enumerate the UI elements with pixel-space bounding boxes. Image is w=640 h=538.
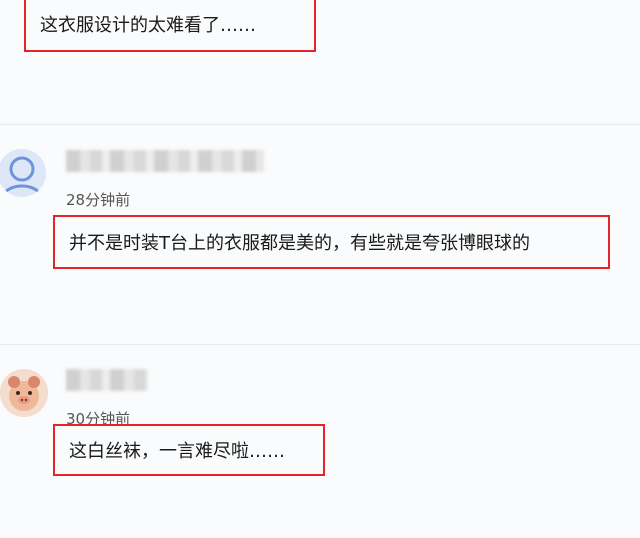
username-blurred[interactable] (66, 369, 148, 391)
comment-text: 这白丝袜，一言难尽啦…… (53, 424, 325, 476)
default-user-avatar-icon (0, 149, 46, 197)
username-blurred[interactable] (66, 150, 264, 172)
cartoon-pig-avatar-icon (0, 369, 48, 417)
comment-time: 28分钟前 (66, 191, 131, 209)
comment-item: 30分钟前 这白丝袜，一言难尽啦…… (0, 344, 640, 538)
comment-text: 这衣服设计的太难看了…… (24, 0, 316, 52)
comment-text: 并不是时装T台上的衣服都是美的，有些就是夸张博眼球的 (53, 215, 610, 269)
avatar[interactable] (0, 149, 46, 197)
comment-item: 28分钟前 并不是时装T台上的衣服都是美的，有些就是夸张博眼球的 (0, 124, 640, 343)
avatar[interactable] (0, 369, 48, 417)
comment-item: 这衣服设计的太难看了…… (0, 0, 640, 122)
